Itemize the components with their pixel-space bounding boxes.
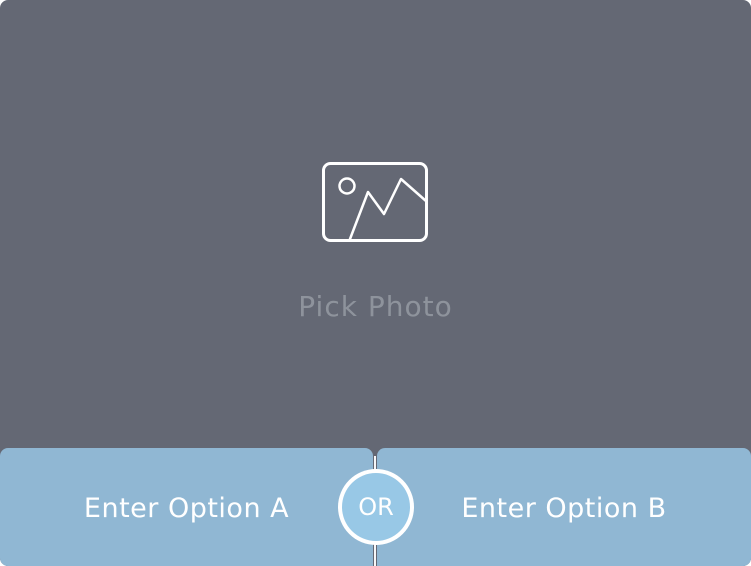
or-badge: OR <box>338 469 414 545</box>
option-b-label: Enter Option B <box>461 493 667 524</box>
option-a-button[interactable]: Enter Option A <box>0 448 373 566</box>
or-label: OR <box>342 473 410 541</box>
option-b-button[interactable]: Enter Option B <box>377 448 751 566</box>
pick-photo-label: Pick Photo <box>298 290 453 323</box>
image-icon <box>322 162 428 242</box>
pick-photo-button[interactable]: Pick Photo <box>0 0 751 448</box>
option-a-label: Enter Option A <box>83 493 290 524</box>
poll-card: Pick Photo Enter Option A Enter Option B… <box>0 0 751 566</box>
